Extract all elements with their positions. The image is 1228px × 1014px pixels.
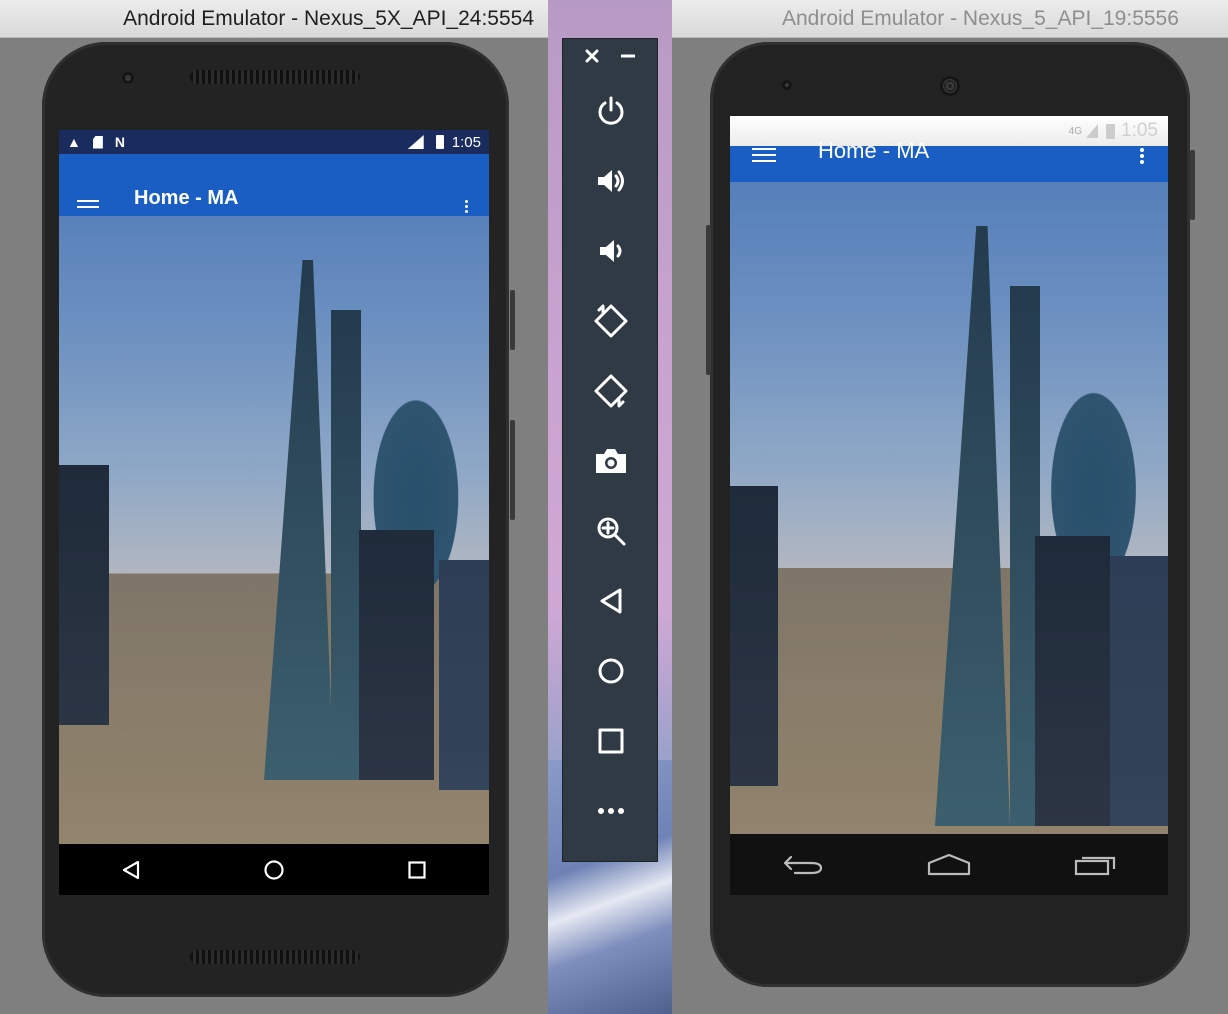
power-side-button: [510, 290, 515, 350]
warning-icon: ▲: [67, 134, 81, 150]
status-bar: ▲ N LTE 1:05: [59, 130, 489, 154]
top-speaker: [190, 70, 360, 84]
app-bar-title: Home - MA: [134, 187, 239, 209]
sd-card-icon: [92, 135, 103, 149]
emulator-window-nexus-5x: Android Emulator - Nexus_5X_API_24:5554 …: [0, 0, 548, 1014]
toolbar-zoom-button[interactable]: [587, 507, 635, 555]
phone-screen[interactable]: 4G 1:05 Home - MA: [730, 116, 1168, 895]
status-bar: 4G 1:05: [730, 116, 1168, 146]
battery-charging-icon: [1106, 123, 1116, 139]
toolbar-overview-button[interactable]: [587, 717, 635, 765]
toolbar-screenshot-button[interactable]: [587, 437, 635, 485]
phone-frame: 4G 1:05 Home - MA: [710, 42, 1190, 987]
toolbar-power-button[interactable]: [587, 87, 635, 135]
battery-icon: [435, 135, 444, 149]
city-background-image: [59, 130, 489, 895]
volume-side-button: [706, 225, 711, 375]
menu-hamburger-icon[interactable]: [752, 148, 776, 162]
nav-home-icon[interactable]: [926, 852, 972, 878]
power-side-button: [1190, 150, 1195, 220]
network-type: 4G: [1068, 125, 1083, 137]
toolbar-volume-down-button[interactable]: [587, 227, 635, 275]
rotate-right-icon: [594, 374, 628, 408]
clock: 1:05: [451, 133, 481, 151]
window-titlebar[interactable]: Android Emulator - Nexus_5_API_19:5556: [672, 0, 1228, 38]
menu-hamburger-icon[interactable]: [77, 200, 99, 208]
app-bar-title: Home - MA: [818, 138, 930, 163]
more-icon: [598, 808, 624, 814]
front-camera-icon: [782, 80, 792, 90]
home-icon: [598, 658, 624, 684]
volume-side-button: [510, 420, 515, 520]
nav-back-icon[interactable]: [781, 852, 825, 878]
nav-overview-icon[interactable]: [1073, 852, 1117, 878]
nav-overview-icon[interactable]: [406, 859, 428, 881]
front-camera-icon: [122, 72, 134, 84]
emulator-window-nexus-5: Android Emulator - Nexus_5_API_19:5556 4…: [672, 0, 1228, 1014]
emulator-toolbar: [562, 38, 658, 862]
nav-home-icon[interactable]: [263, 859, 285, 881]
nav-back-icon[interactable]: [120, 859, 142, 881]
toolbar-home-button[interactable]: [587, 647, 635, 695]
rotate-left-icon: [594, 304, 628, 338]
minimize-icon[interactable]: [621, 49, 635, 63]
notification-n-icon: N: [114, 134, 125, 150]
clock: 1:05: [1121, 120, 1158, 141]
overview-icon: [598, 728, 624, 754]
toolbar-more-button[interactable]: [587, 787, 635, 835]
window-title: Android Emulator - Nexus_5X_API_24:5554: [123, 6, 534, 30]
app-bar: Home - MA: [59, 154, 489, 216]
window-title: Android Emulator - Nexus_5_API_19:5556: [782, 6, 1179, 30]
toolbar-rotate-right-button[interactable]: [587, 367, 635, 415]
zoom-icon: [597, 517, 626, 546]
window-titlebar[interactable]: Android Emulator - Nexus_5X_API_24:5554: [0, 0, 548, 38]
back-icon: [600, 588, 622, 614]
toolbar-back-button[interactable]: [587, 577, 635, 625]
signal-icon: [1086, 124, 1099, 138]
close-icon[interactable]: [585, 49, 599, 63]
earpiece-speaker: [940, 76, 960, 96]
overflow-menu-icon[interactable]: [465, 200, 469, 213]
phone-frame: ▲ N LTE 1:05 Home - MA: [42, 42, 509, 997]
toolbar-volume-up-button[interactable]: [587, 157, 635, 205]
camera-icon: [596, 449, 626, 473]
app-bar: Home - MA: [730, 138, 1168, 182]
toolbar-window-controls: [563, 49, 657, 73]
overflow-menu-icon[interactable]: [1140, 148, 1144, 164]
power-icon: [598, 96, 624, 125]
city-background-image: [730, 116, 1168, 895]
phone-screen[interactable]: ▲ N LTE 1:05 Home - MA: [59, 130, 489, 895]
navigation-bar: [59, 844, 489, 895]
volume-up-icon: [598, 170, 624, 192]
volume-down-icon: [600, 240, 622, 262]
bottom-speaker: [190, 950, 360, 964]
navigation-bar: [730, 834, 1168, 895]
toolbar-rotate-left-button[interactable]: [587, 297, 635, 345]
